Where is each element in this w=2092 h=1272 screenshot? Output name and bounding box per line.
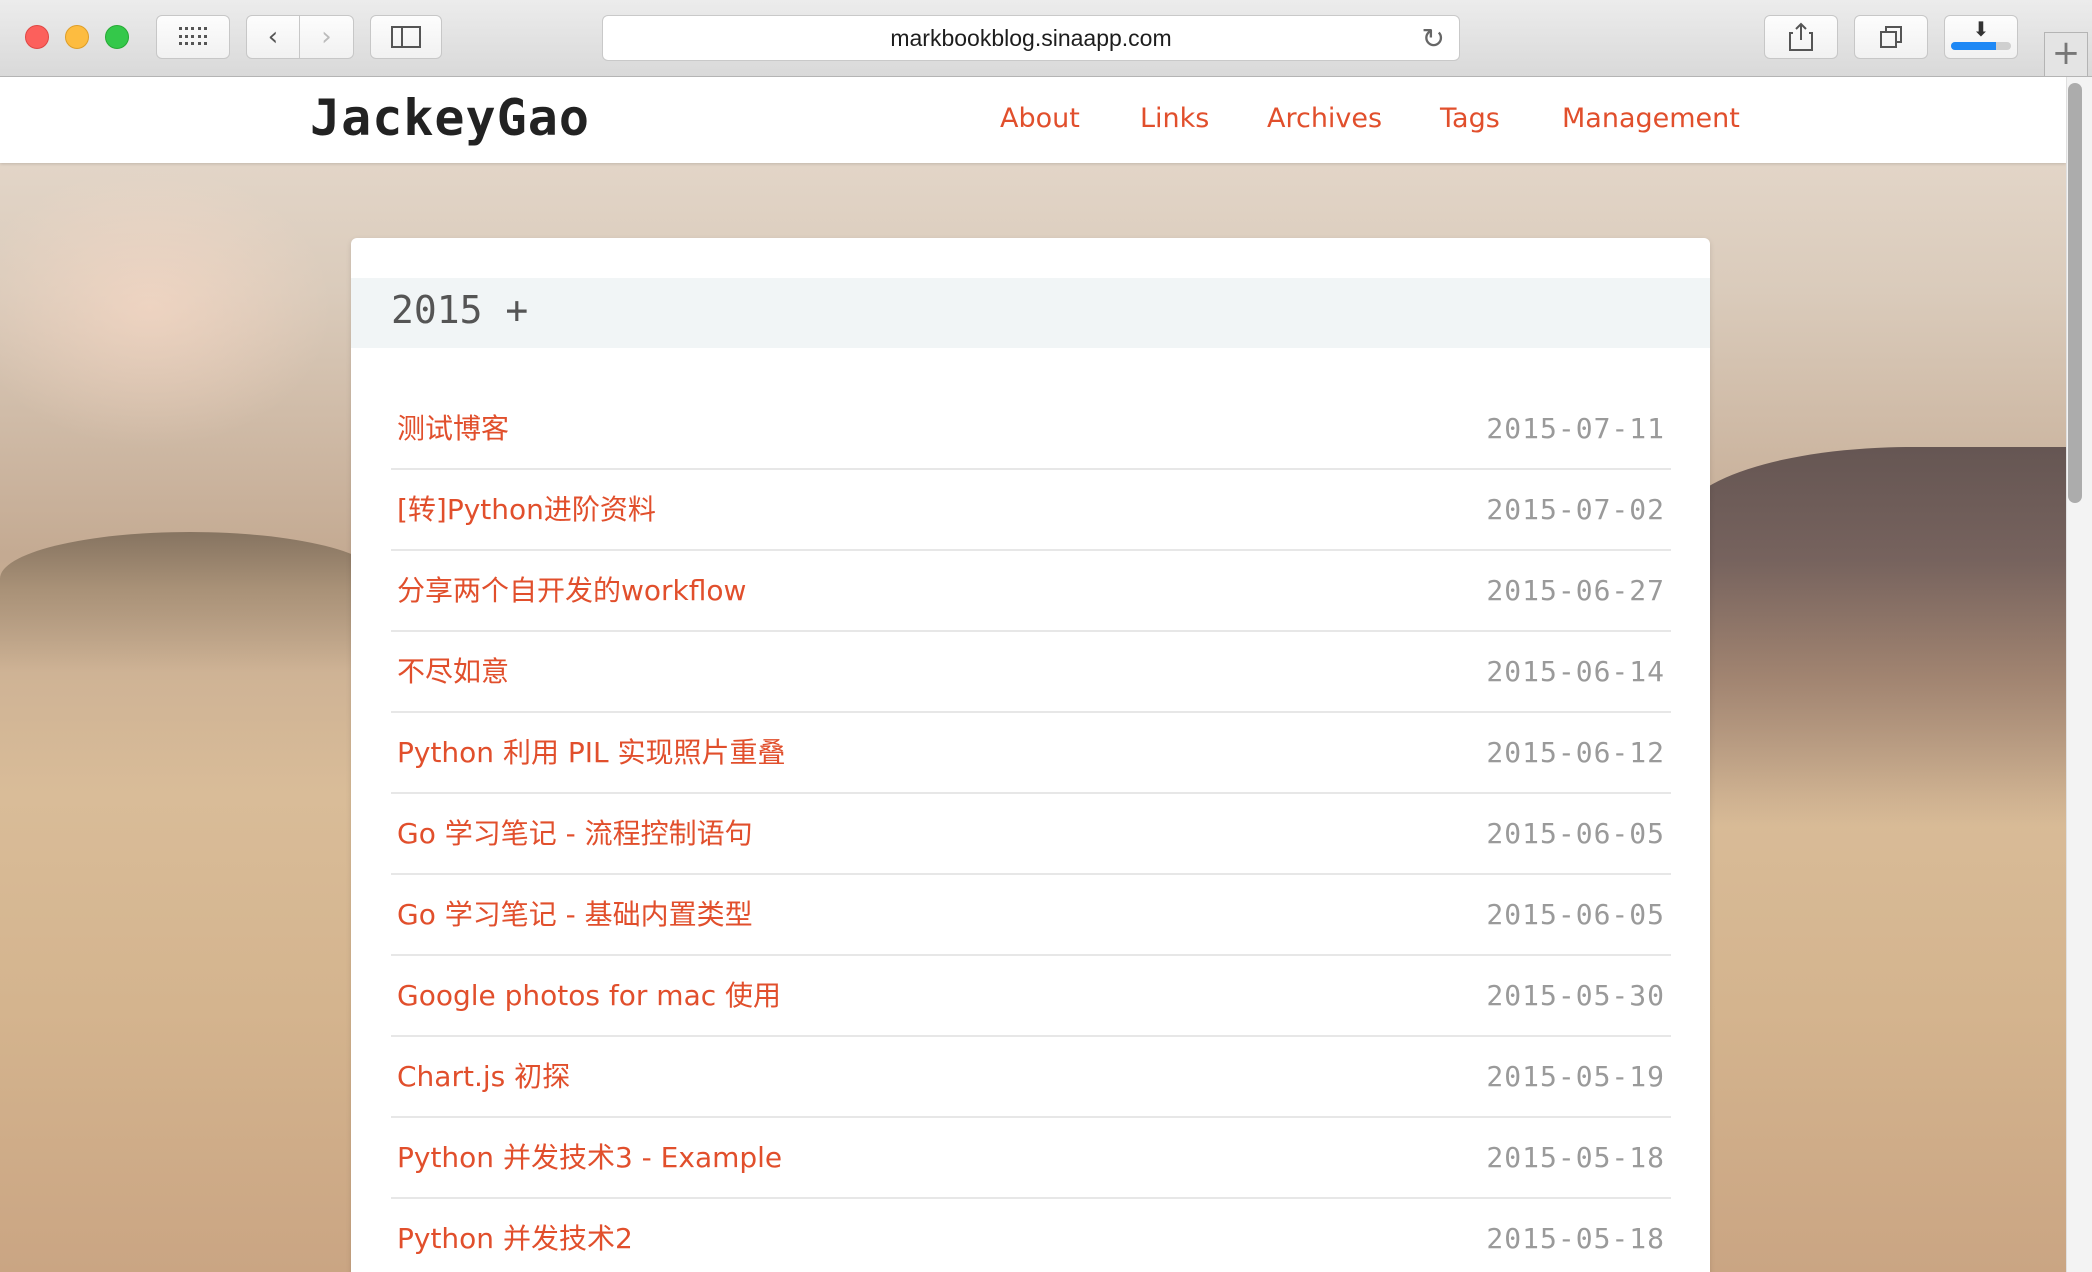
post-row: Chart.js 初探 2015-05-19	[391, 1037, 1671, 1118]
archive-card: 2015 + 测试博客 2015-07-11 [转]Python进阶资料 2015-0…	[351, 238, 1710, 1272]
background-dune	[1680, 447, 2092, 827]
post-title-link[interactable]: Google photos for mac 使用	[397, 956, 781, 1036]
post-date: 2015-07-11	[1486, 412, 1665, 445]
post-date: 2015-05-18	[1486, 1222, 1665, 1255]
post-date: 2015-05-18	[1486, 1141, 1665, 1174]
post-list: 测试博客 2015-07-11 [转]Python进阶资料 2015-07-02 分享两…	[391, 389, 1671, 1272]
site-title[interactable]: JackeyGao	[310, 89, 590, 147]
window-minimize-button[interactable]	[65, 25, 89, 49]
year-title[interactable]: 2015 +	[391, 288, 528, 332]
nav-about[interactable]: About	[1000, 103, 1080, 134]
back-button[interactable]: ‹	[246, 15, 300, 59]
share-button[interactable]	[1764, 15, 1838, 59]
nav-tags[interactable]: Tags	[1440, 103, 1500, 134]
chevron-left-icon: ‹	[267, 22, 279, 52]
post-title-link[interactable]: 测试博客	[397, 389, 509, 469]
post-title-link[interactable]: Go 学习笔记 - 基础内置类型	[397, 875, 753, 955]
scrollbar-thumb[interactable]	[2068, 83, 2082, 503]
sidebar-toggle-button[interactable]	[370, 15, 442, 59]
post-row: Python 利用 PIL 实现照片重叠 2015-06-12	[391, 713, 1671, 794]
post-row: Google photos for mac 使用 2015-05-30	[391, 956, 1671, 1037]
post-row: Python 并发技术2 2015-05-18	[391, 1199, 1671, 1272]
sidebar-icon	[391, 26, 421, 48]
site-header: JackeyGao About Links Archives Tags Mana…	[0, 77, 2066, 163]
post-title-link[interactable]: 不尽如意	[397, 632, 509, 712]
address-bar[interactable]: markbookblog.sinaapp.com ↻	[602, 15, 1460, 61]
nav-archives[interactable]: Archives	[1267, 103, 1382, 134]
downloads-button[interactable]: ⬇	[1944, 15, 2018, 59]
browser-toolbar: ‹ › markbookblog.sinaapp.com ↻ ⬇ +	[0, 0, 2092, 77]
post-title-link[interactable]: 分享两个自开发的workflow	[397, 551, 746, 631]
post-date: 2015-05-19	[1486, 1060, 1665, 1093]
nav-links[interactable]: Links	[1140, 103, 1209, 134]
chevron-right-icon: ›	[321, 22, 332, 52]
post-title-link[interactable]: Go 学习笔记 - 流程控制语句	[397, 794, 753, 874]
post-date: 2015-06-05	[1486, 817, 1665, 850]
url-text: markbookblog.sinaapp.com	[890, 25, 1172, 51]
post-row: Python 并发技术3 - Example 2015-05-18	[391, 1118, 1671, 1199]
post-row: 不尽如意 2015-06-14	[391, 632, 1671, 713]
post-date: 2015-06-14	[1486, 655, 1665, 688]
post-title-link[interactable]: Python 利用 PIL 实现照片重叠	[397, 713, 786, 793]
post-row: [转]Python进阶资料 2015-07-02	[391, 470, 1671, 551]
download-icon: ⬇	[1972, 17, 1990, 41]
tabs-icon	[1880, 26, 1902, 48]
post-row: Go 学习笔记 - 流程控制语句 2015-06-05	[391, 794, 1671, 875]
reload-icon[interactable]: ↻	[1422, 22, 1445, 55]
post-row: Go 学习笔记 - 基础内置类型 2015-06-05	[391, 875, 1671, 956]
download-progress-fill	[1951, 42, 1996, 50]
top-sites-button[interactable]	[156, 15, 230, 59]
post-date: 2015-05-30	[1486, 979, 1665, 1012]
download-progress	[1951, 42, 2011, 50]
web-viewport: JackeyGao About Links Archives Tags Mana…	[0, 77, 2092, 1272]
post-title-link[interactable]: Chart.js 初探	[397, 1037, 570, 1117]
grid-icon	[179, 27, 207, 47]
new-tab-button[interactable]: +	[2044, 32, 2088, 76]
show-tabs-button[interactable]	[1854, 15, 1928, 59]
nav-management[interactable]: Management	[1562, 103, 1740, 134]
post-title-link[interactable]: Python 并发技术3 - Example	[397, 1118, 782, 1198]
post-row: 分享两个自开发的workflow 2015-06-27	[391, 551, 1671, 632]
post-date: 2015-06-12	[1486, 736, 1665, 769]
post-title-link[interactable]: [转]Python进阶资料	[397, 470, 656, 550]
window-zoom-button[interactable]	[105, 25, 129, 49]
plus-icon: +	[2051, 33, 2081, 73]
year-header: 2015 +	[351, 278, 1710, 348]
post-date: 2015-07-02	[1486, 493, 1665, 526]
window-close-button[interactable]	[25, 25, 49, 49]
background-dune	[0, 532, 380, 672]
post-title-link[interactable]: Python 并发技术2	[397, 1199, 633, 1272]
share-icon	[1789, 22, 1813, 51]
post-date: 2015-06-05	[1486, 898, 1665, 931]
post-row: 测试博客 2015-07-11	[391, 389, 1671, 470]
post-date: 2015-06-27	[1486, 574, 1665, 607]
forward-button[interactable]: ›	[300, 15, 354, 59]
